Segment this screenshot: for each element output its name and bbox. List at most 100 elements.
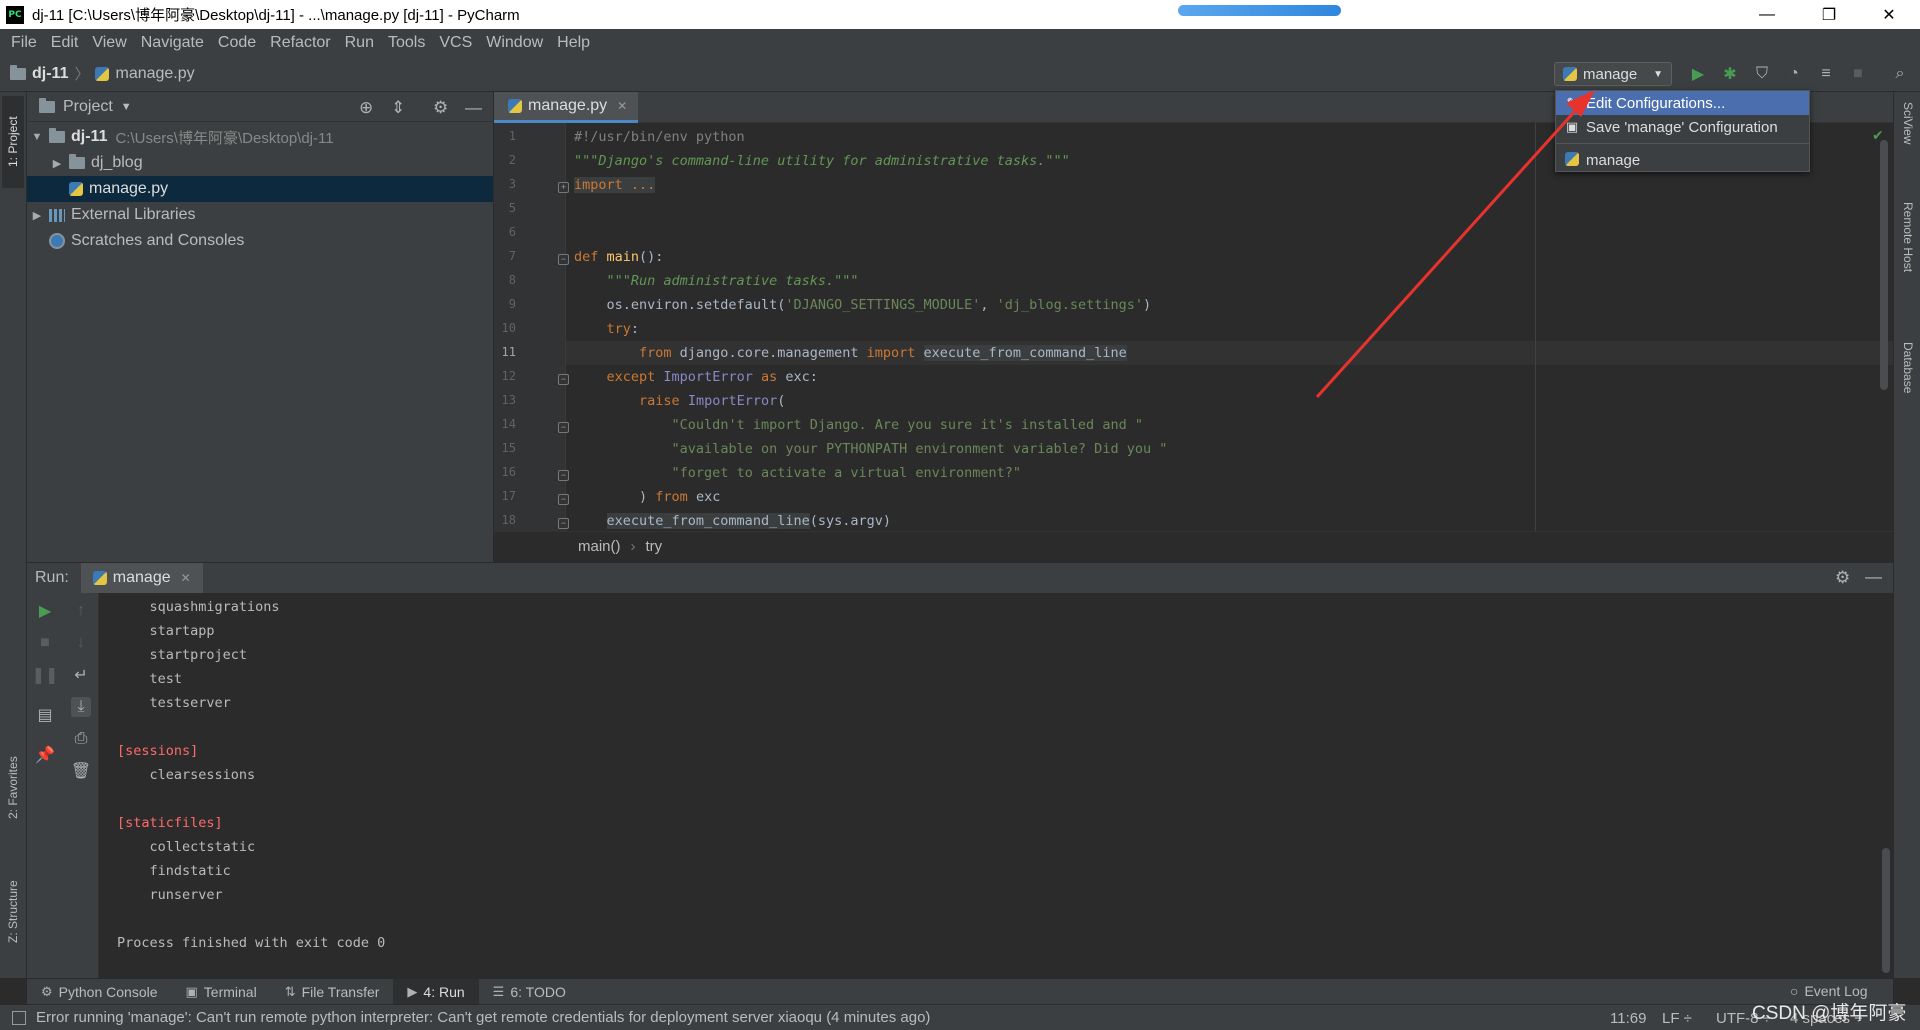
code-line-16: "forget to activate a virtual environmen… [671, 465, 1022, 481]
trash-icon[interactable]: 🗑 [71, 761, 91, 781]
print-icon[interactable]: ⎙ [71, 729, 91, 749]
save-icon: ▣ [1565, 119, 1579, 134]
run-configuration-label: manage [1583, 65, 1638, 83]
rerun-icon[interactable]: ▶ [35, 601, 55, 621]
stop-icon[interactable]: ■ [35, 633, 55, 653]
manage-configuration-item[interactable]: manage [1556, 148, 1809, 172]
debug-icon[interactable]: ✱ [1720, 64, 1740, 84]
run-console-output[interactable]: squashmigrations startapp startproject t… [99, 593, 1893, 978]
nav-crumb-file[interactable]: manage.py [115, 65, 194, 83]
down-arrow-icon[interactable]: ↓ [71, 633, 91, 653]
run-tab-manage[interactable]: manage ✕ [80, 562, 203, 594]
menu-navigate[interactable]: Navigate [134, 34, 211, 52]
watermark: CSDN @博年阿豪 [1752, 1003, 1907, 1024]
project-panel-title[interactable]: Project [63, 98, 113, 116]
menu-window[interactable]: Window [479, 34, 550, 52]
pause-icon[interactable]: ❚❚ [32, 665, 59, 685]
fold-minus-icon[interactable]: − [558, 254, 569, 265]
stop-icon[interactable]: ■ [1848, 64, 1868, 84]
editor-tab-manage-py[interactable]: manage.py ✕ [494, 92, 638, 123]
up-arrow-icon[interactable]: ↑ [71, 601, 91, 621]
tool-tab-python-console[interactable]: ⚙ Python Console [27, 979, 172, 1005]
search-everywhere-icon[interactable]: ⌕ [1890, 64, 1910, 84]
fold-plus-icon[interactable]: + [558, 182, 569, 193]
tool-tab-run[interactable]: ▶ 4: Run [393, 978, 479, 1005]
collapsed-arrow-icon[interactable]: ▶ [29, 209, 45, 222]
tool-tab-database[interactable]: Database [1897, 342, 1919, 432]
tool-tab-todo[interactable]: ☰ 6: TODO [479, 979, 580, 1005]
collapsed-arrow-icon[interactable]: ▶ [49, 157, 65, 170]
profile-icon[interactable]: ◔ [1784, 64, 1804, 84]
close-button[interactable]: ✕ [1866, 0, 1912, 29]
menu-edit[interactable]: Edit [44, 34, 86, 52]
fold-minus-icon[interactable]: − [558, 374, 569, 385]
code-editor[interactable]: 1 2 3 5 6 7 8 9 10 11 12 13 14 15 16 17 … [494, 123, 1893, 531]
tool-tab-file-transfer[interactable]: ⇅ File Transfer [271, 979, 394, 1005]
tool-tab-project[interactable]: 1: Project [2, 96, 24, 188]
scroll-to-end-icon[interactable]: ⤓ [71, 697, 91, 717]
status-bar: Error running 'manage': Can't run remote… [0, 1004, 1920, 1030]
locate-file-icon[interactable]: ⊕ [359, 98, 373, 118]
project-panel-header: Project ▼ ⊕ ⇕ ⚙ — [27, 92, 493, 122]
line-separator-selector[interactable]: LF ÷ [1662, 1010, 1692, 1027]
menu-run[interactable]: Run [338, 34, 381, 52]
layout-icon[interactable]: ▤ [35, 705, 55, 725]
tree-item-scratches[interactable]: Scratches and Consoles [27, 228, 493, 254]
console-line: test [117, 671, 183, 687]
fold-minus-icon[interactable]: − [558, 494, 569, 505]
caret-position[interactable]: 11:69 [1610, 1010, 1646, 1027]
line-number: 5 [508, 201, 516, 215]
tool-tab-structure[interactable]: Z: Structure [2, 862, 24, 962]
tree-item-manage-py[interactable]: manage.py [27, 176, 493, 202]
tree-item-external-libraries[interactable]: ▶ External Libraries [27, 202, 493, 228]
status-message[interactable]: Error running 'manage': Can't run remote… [36, 1009, 930, 1026]
run-icon[interactable]: ▶ [1688, 64, 1708, 84]
close-tab-icon[interactable]: ✕ [617, 99, 627, 113]
menu-code[interactable]: Code [211, 34, 263, 52]
run-configuration-selector[interactable]: manage ▼ [1554, 62, 1672, 86]
gear-icon[interactable]: ⚙ [1835, 568, 1850, 588]
collapse-all-icon[interactable]: ⇕ [391, 98, 405, 118]
tool-tab-favorites[interactable]: 2: Favorites [2, 742, 24, 834]
menu-refactor[interactable]: Refactor [263, 34, 337, 52]
event-log-icon: ○ [1790, 983, 1799, 999]
coverage-icon[interactable]: ⛉ [1752, 64, 1772, 84]
tree-item-label: manage.py [89, 180, 169, 197]
expanded-arrow-icon[interactable]: ▼ [29, 131, 45, 143]
fold-minus-icon[interactable]: − [558, 470, 569, 481]
menu-view[interactable]: View [85, 34, 133, 52]
close-tab-icon[interactable]: ✕ [181, 571, 191, 585]
breadcrumb-try[interactable]: try [646, 538, 663, 555]
restore-button[interactable]: ❐ [1806, 0, 1852, 29]
tool-tab-remote-host[interactable]: Remote Host [1897, 202, 1919, 312]
menu-vcs[interactable]: VCS [432, 34, 479, 52]
chevron-down-icon[interactable]: ▼ [121, 101, 132, 113]
menu-file[interactable]: File [4, 34, 44, 52]
line-number: 14 [501, 417, 516, 431]
tree-item-dj-11[interactable]: ▼ dj-11 C:\Users\博年阿豪\Desktop\dj-11 [27, 124, 493, 150]
menu-tools[interactable]: Tools [381, 34, 432, 52]
hide-panel-icon[interactable]: — [1865, 567, 1882, 587]
soft-wrap-icon[interactable]: ↵ [71, 665, 91, 685]
gear-icon[interactable]: ⚙ [433, 98, 448, 118]
console-scrollbar[interactable] [1882, 848, 1890, 973]
python-icon [1564, 151, 1580, 169]
python-file-icon [69, 182, 83, 196]
fold-minus-icon[interactable]: − [558, 422, 569, 433]
minimize-button[interactable]: — [1744, 0, 1790, 29]
tool-tab-sciview[interactable]: SciView [1897, 102, 1919, 182]
fold-minus-icon[interactable]: − [558, 518, 569, 529]
nav-crumb-project[interactable]: dj-11 [32, 65, 68, 83]
breadcrumb-main[interactable]: main() [578, 538, 621, 555]
edit-configurations-item[interactable]: ✎ Edit Configurations... [1556, 91, 1809, 115]
pin-icon[interactable]: 📌 [35, 745, 55, 765]
line-number: 10 [501, 321, 516, 335]
save-configuration-item[interactable]: ▣ Save 'manage' Configuration [1556, 115, 1809, 139]
tree-item-dj-blog[interactable]: ▶ dj_blog [27, 150, 493, 176]
concurrency-icon[interactable]: ≡ [1816, 64, 1836, 84]
editor-scrollbar[interactable] [1880, 140, 1888, 390]
menu-help[interactable]: Help [550, 34, 597, 52]
tool-tab-terminal[interactable]: ▣ Terminal [172, 979, 271, 1005]
hide-panel-icon[interactable]: — [465, 98, 482, 118]
tool-windows-toggle-icon[interactable] [12, 1010, 26, 1025]
